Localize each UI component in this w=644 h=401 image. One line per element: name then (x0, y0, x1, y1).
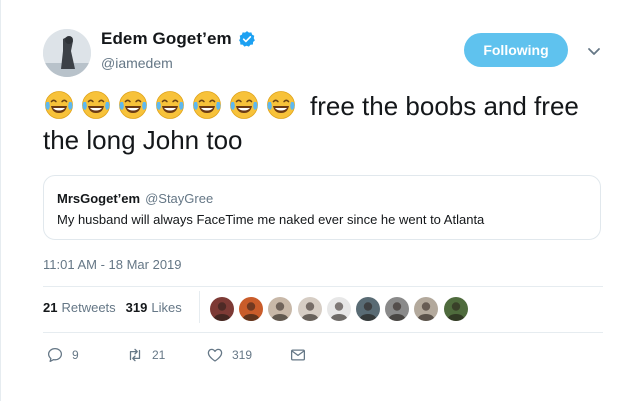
tears-of-joy-emoji-icon (230, 91, 258, 119)
tears-of-joy-emoji-icon (267, 91, 295, 119)
quoted-tweet-text: My husband will always FaceTime me naked… (57, 212, 485, 227)
retweets-count[interactable]: 21 (43, 300, 57, 315)
liker-avatar[interactable] (239, 297, 264, 321)
liker-avatar[interactable] (385, 297, 410, 321)
retweet-count: 21 (152, 348, 166, 362)
stats-separator (199, 291, 200, 323)
verified-badge-icon (238, 30, 256, 48)
likes-label[interactable]: Likes (151, 300, 181, 315)
action-bar: 9 21 319 (46, 346, 307, 364)
reply-button[interactable]: 9 (46, 346, 126, 364)
quoted-tweet[interactable]: MrsGoget’em @StayGree My husband will al… (43, 175, 601, 240)
retweet-button[interactable]: 21 (126, 346, 206, 364)
envelope-icon (290, 349, 306, 361)
quoted-handle: @StayGree (145, 191, 214, 206)
liker-avatar[interactable] (326, 297, 351, 321)
author-display-name[interactable]: Edem Goget’em (101, 29, 232, 49)
tweet-card: Edem Goget’em @iamedem Following free th… (0, 0, 644, 401)
following-button[interactable]: Following (464, 33, 568, 67)
author-avatar[interactable] (43, 29, 91, 77)
reply-count: 9 (72, 348, 79, 362)
tears-of-joy-emoji-icon (193, 91, 221, 119)
likes-count[interactable]: 319 (126, 300, 148, 315)
like-button[interactable]: 319 (206, 346, 289, 364)
author-name-row: Edem Goget’em (101, 29, 256, 49)
retweet-icon (129, 348, 141, 362)
heart-icon (207, 348, 223, 362)
quoted-tweet-header: MrsGoget’em @StayGree (57, 191, 213, 206)
emoji-row (43, 89, 302, 121)
liker-avatar[interactable] (443, 297, 468, 321)
engagement-stats: 21 Retweets 319 Likes (43, 300, 192, 315)
tears-of-joy-emoji-icon (119, 91, 147, 119)
chevron-down-icon[interactable] (586, 43, 602, 59)
liker-avatar[interactable] (210, 297, 234, 321)
author-handle[interactable]: @iamedem (101, 55, 173, 71)
liker-avatar[interactable] (355, 297, 380, 321)
direct-message-button[interactable] (289, 346, 307, 364)
likers-avatars (210, 297, 473, 321)
divider-bottom (43, 332, 603, 333)
liker-avatar[interactable] (414, 297, 439, 321)
like-count: 319 (232, 348, 253, 362)
tears-of-joy-emoji-icon (156, 91, 184, 119)
divider-top (43, 286, 603, 287)
retweets-label[interactable]: Retweets (61, 300, 115, 315)
quoted-display-name: MrsGoget’em (57, 191, 141, 206)
tears-of-joy-emoji-icon (82, 91, 110, 119)
liker-avatar[interactable] (268, 297, 293, 321)
tweet-timestamp[interactable]: 11:01 AM - 18 Mar 2019 (43, 257, 182, 272)
reply-icon (47, 347, 63, 363)
tears-of-joy-emoji-icon (45, 91, 73, 119)
liker-avatar[interactable] (297, 297, 322, 321)
tweet-text: free the boobs and free the long John to… (43, 89, 603, 157)
